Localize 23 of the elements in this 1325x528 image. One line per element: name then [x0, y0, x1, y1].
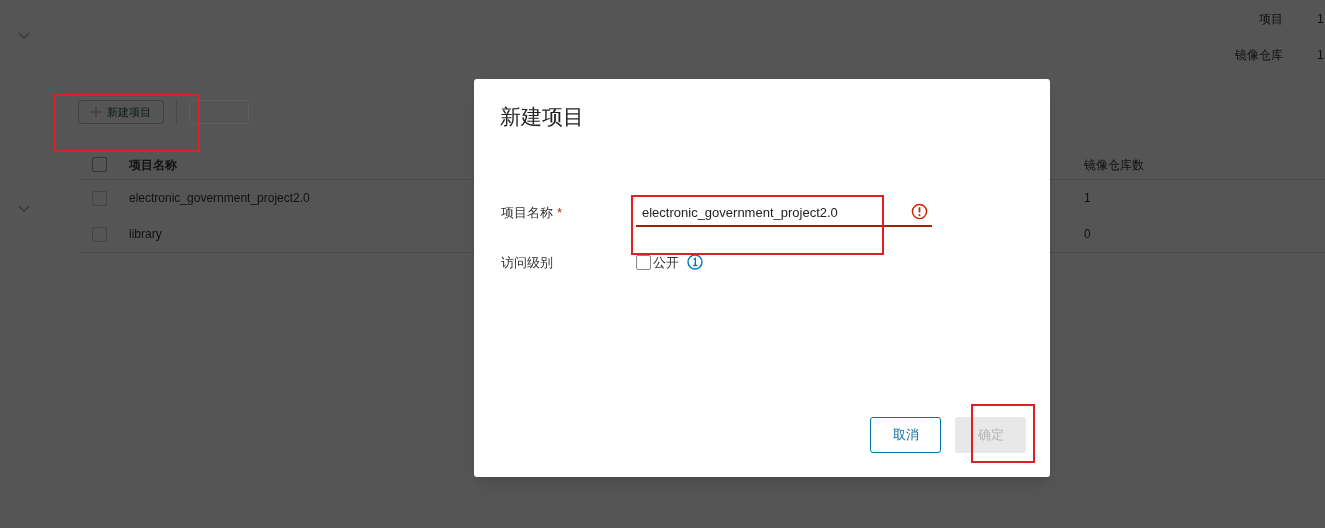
error-icon [911, 202, 928, 220]
table-cell-text: 0 [1084, 226, 1091, 243]
table-cell-text: electronic_government_project2.0 [129, 190, 311, 207]
chevron-down-icon[interactable] [18, 32, 30, 40]
field-label: 访问级别 [501, 253, 554, 272]
table-cell-text: 1 [1084, 190, 1091, 207]
project-name-field[interactable]: electronic_government_project2.0 [636, 200, 932, 227]
table-cell-text: library [129, 226, 163, 243]
stat-label: 镜像仓库 [1235, 47, 1283, 64]
header-checkbox[interactable] [92, 157, 107, 172]
column-header: 项目名称 [129, 156, 178, 174]
field-label: 项目名称 [501, 203, 553, 222]
dialog-title: 新建项目 [499, 104, 585, 130]
required-mark: * [557, 203, 563, 222]
stat-value: 1 [1317, 47, 1325, 64]
column-header: 镜像仓库数 [1084, 156, 1144, 174]
chevron-down-icon[interactable] [18, 205, 30, 213]
highlight-frame [971, 404, 1035, 463]
checkbox-label: 公开 [653, 253, 679, 272]
stat-label: 项目 [1259, 11, 1283, 28]
info-icon[interactable] [687, 254, 703, 271]
cancel-button[interactable]: 取消 [870, 417, 941, 453]
stat-value: 1 [1317, 11, 1325, 28]
